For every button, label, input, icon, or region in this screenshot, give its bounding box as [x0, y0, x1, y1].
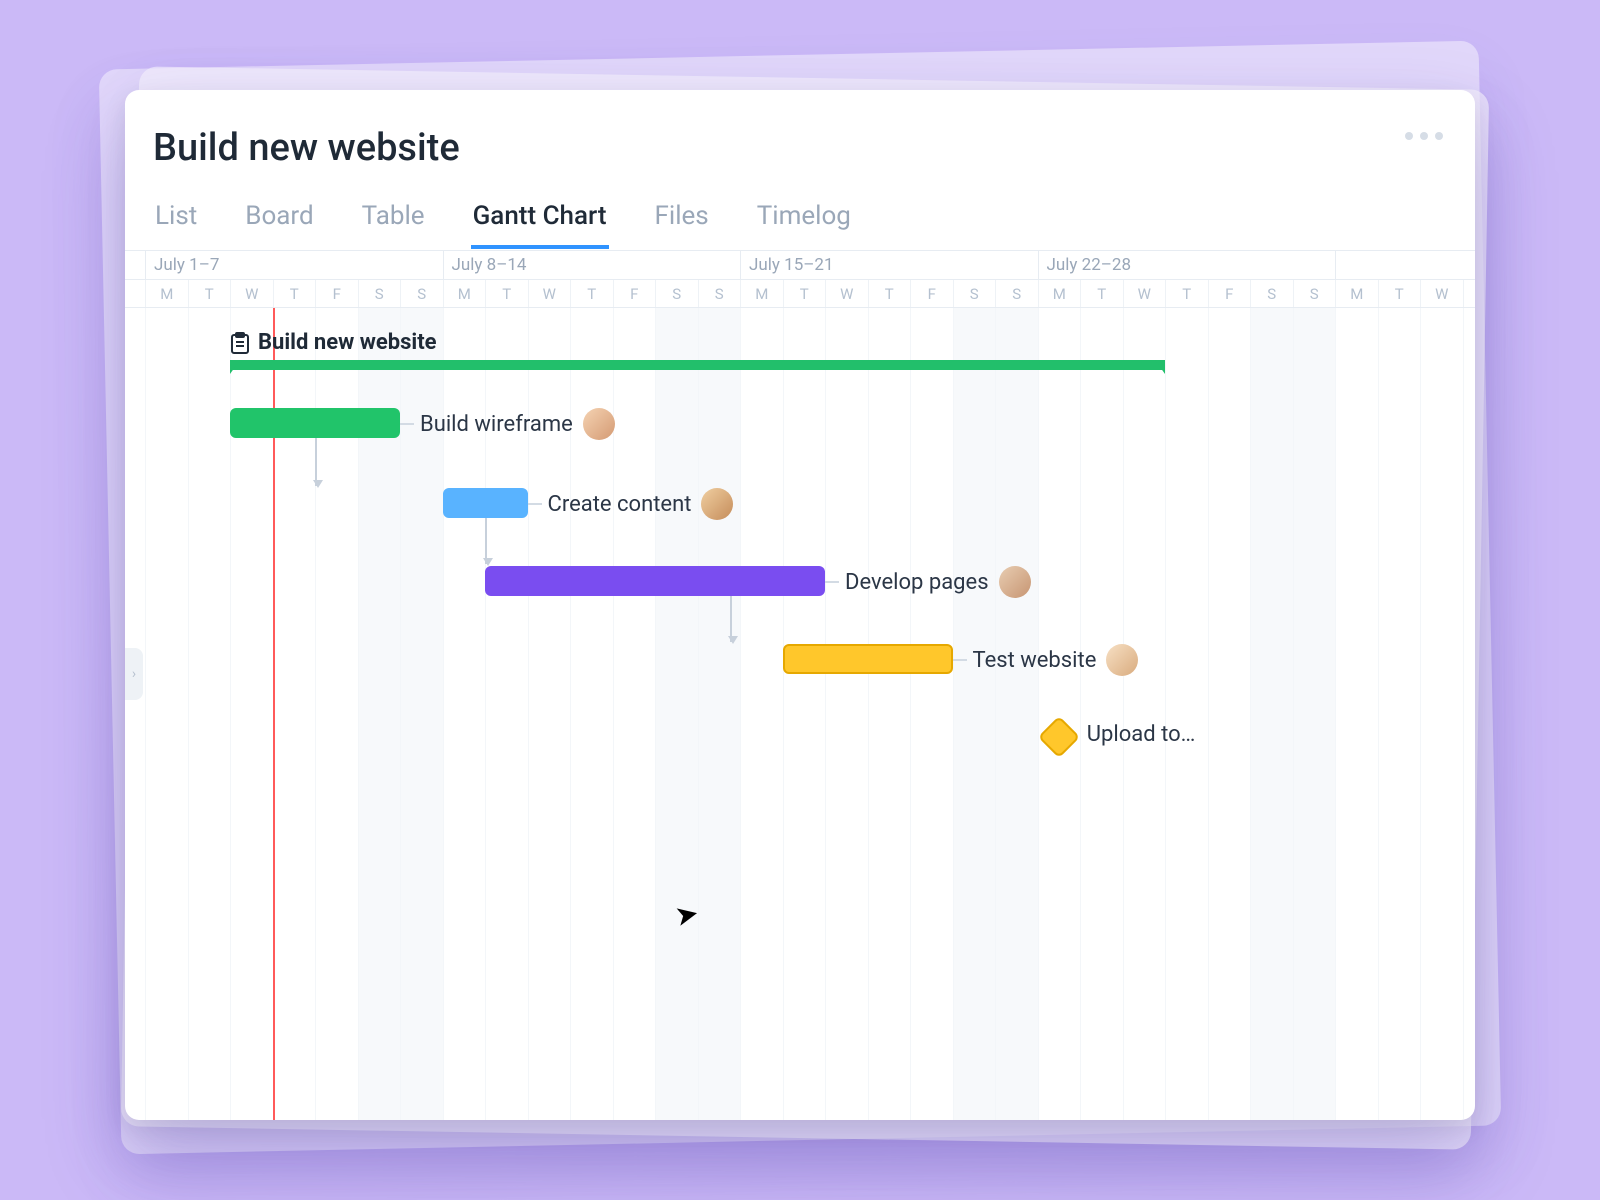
day-label: M — [145, 280, 188, 307]
tab-files[interactable]: Files — [653, 195, 711, 249]
day-label: T — [1165, 280, 1208, 307]
gantt-body: › Build new websiteBuild wireframeCreate… — [125, 308, 1475, 1120]
day-label: T — [1080, 280, 1123, 307]
assignee-avatar[interactable] — [583, 408, 615, 440]
dependency-arrow — [730, 596, 732, 642]
gantt-area: July 1–7July 8–14July 15–21July 22–28 MT… — [125, 250, 1475, 1120]
day-label: M — [443, 280, 486, 307]
task-label-content[interactable]: Create content — [548, 488, 734, 520]
task-bar-develop[interactable] — [485, 566, 825, 596]
dependency-arrow — [485, 518, 487, 564]
day-label: W — [1123, 280, 1166, 307]
week-label — [1335, 251, 1475, 279]
task-label-test[interactable]: Test website — [973, 644, 1139, 676]
page-title: Build new website — [153, 126, 460, 170]
day-label: W — [825, 280, 868, 307]
more-menu-button[interactable] — [1405, 132, 1443, 140]
clipboard-icon — [230, 332, 250, 354]
day-label: S — [995, 280, 1038, 307]
tab-gantt-chart[interactable]: Gantt Chart — [471, 195, 609, 249]
assignee-avatar[interactable] — [701, 488, 733, 520]
tab-board[interactable]: Board — [243, 195, 315, 249]
day-label: W — [528, 280, 571, 307]
label-connector — [528, 503, 542, 505]
day-label: T — [783, 280, 826, 307]
week-label: July 1–7 — [145, 251, 443, 279]
tab-timelog[interactable]: Timelog — [755, 195, 853, 249]
task-label-wireframe[interactable]: Build wireframe — [420, 408, 615, 440]
assignee-avatar[interactable] — [999, 566, 1031, 598]
day-label: S — [1250, 280, 1293, 307]
week-label: July 15–21 — [740, 251, 1038, 279]
week-label: July 8–14 — [443, 251, 741, 279]
label-connector — [953, 659, 967, 661]
day-label: F — [613, 280, 656, 307]
dependency-arrow — [315, 438, 317, 486]
day-label: W — [1420, 280, 1463, 307]
day-label: T — [868, 280, 911, 307]
assignee-avatar[interactable] — [1106, 644, 1138, 676]
day-header: MTWTFSSMTWTFSSMTWTFSSMTWTFSSMTWT — [125, 280, 1475, 308]
day-label: S — [1293, 280, 1336, 307]
day-label: S — [400, 280, 443, 307]
milestone-label-upload[interactable]: Upload to… — [1087, 722, 1196, 747]
day-label: W — [230, 280, 273, 307]
day-label: T — [485, 280, 528, 307]
tab-table[interactable]: Table — [360, 195, 427, 249]
day-label: S — [698, 280, 741, 307]
week-header: July 1–7July 8–14July 15–21July 22–28 — [125, 250, 1475, 280]
task-bar-wireframe[interactable] — [230, 408, 400, 438]
day-label: T — [570, 280, 613, 307]
week-label: July 22–28 — [1038, 251, 1336, 279]
task-label-develop[interactable]: Develop pages — [845, 566, 1031, 598]
day-label: F — [1208, 280, 1251, 307]
day-label: T — [1463, 280, 1476, 307]
project-summary-label[interactable]: Build new website — [230, 330, 437, 355]
milestone-upload[interactable] — [1038, 716, 1080, 758]
day-label: F — [315, 280, 358, 307]
day-label: S — [655, 280, 698, 307]
project-summary-bar[interactable] — [230, 360, 1165, 370]
tab-list[interactable]: List — [153, 195, 199, 249]
gantt-card: Build new website List Board Table Gantt Ch… — [125, 90, 1475, 1120]
tasks-layer: Build new website Build wireframe Create c… — [125, 308, 1475, 1120]
label-connector — [400, 423, 414, 425]
day-label: S — [358, 280, 401, 307]
day-label: M — [740, 280, 783, 307]
task-bar-test[interactable] — [783, 644, 953, 674]
day-label: F — [910, 280, 953, 307]
day-label: M — [1038, 280, 1081, 307]
task-bar-content[interactable] — [443, 488, 528, 518]
label-connector — [825, 581, 839, 583]
day-label: T — [273, 280, 316, 307]
day-label: T — [188, 280, 231, 307]
view-tabs: List Board Table Gantt Chart Files Timelog — [153, 195, 853, 249]
day-label: T — [1378, 280, 1421, 307]
day-label: M — [1335, 280, 1378, 307]
day-label: S — [953, 280, 996, 307]
